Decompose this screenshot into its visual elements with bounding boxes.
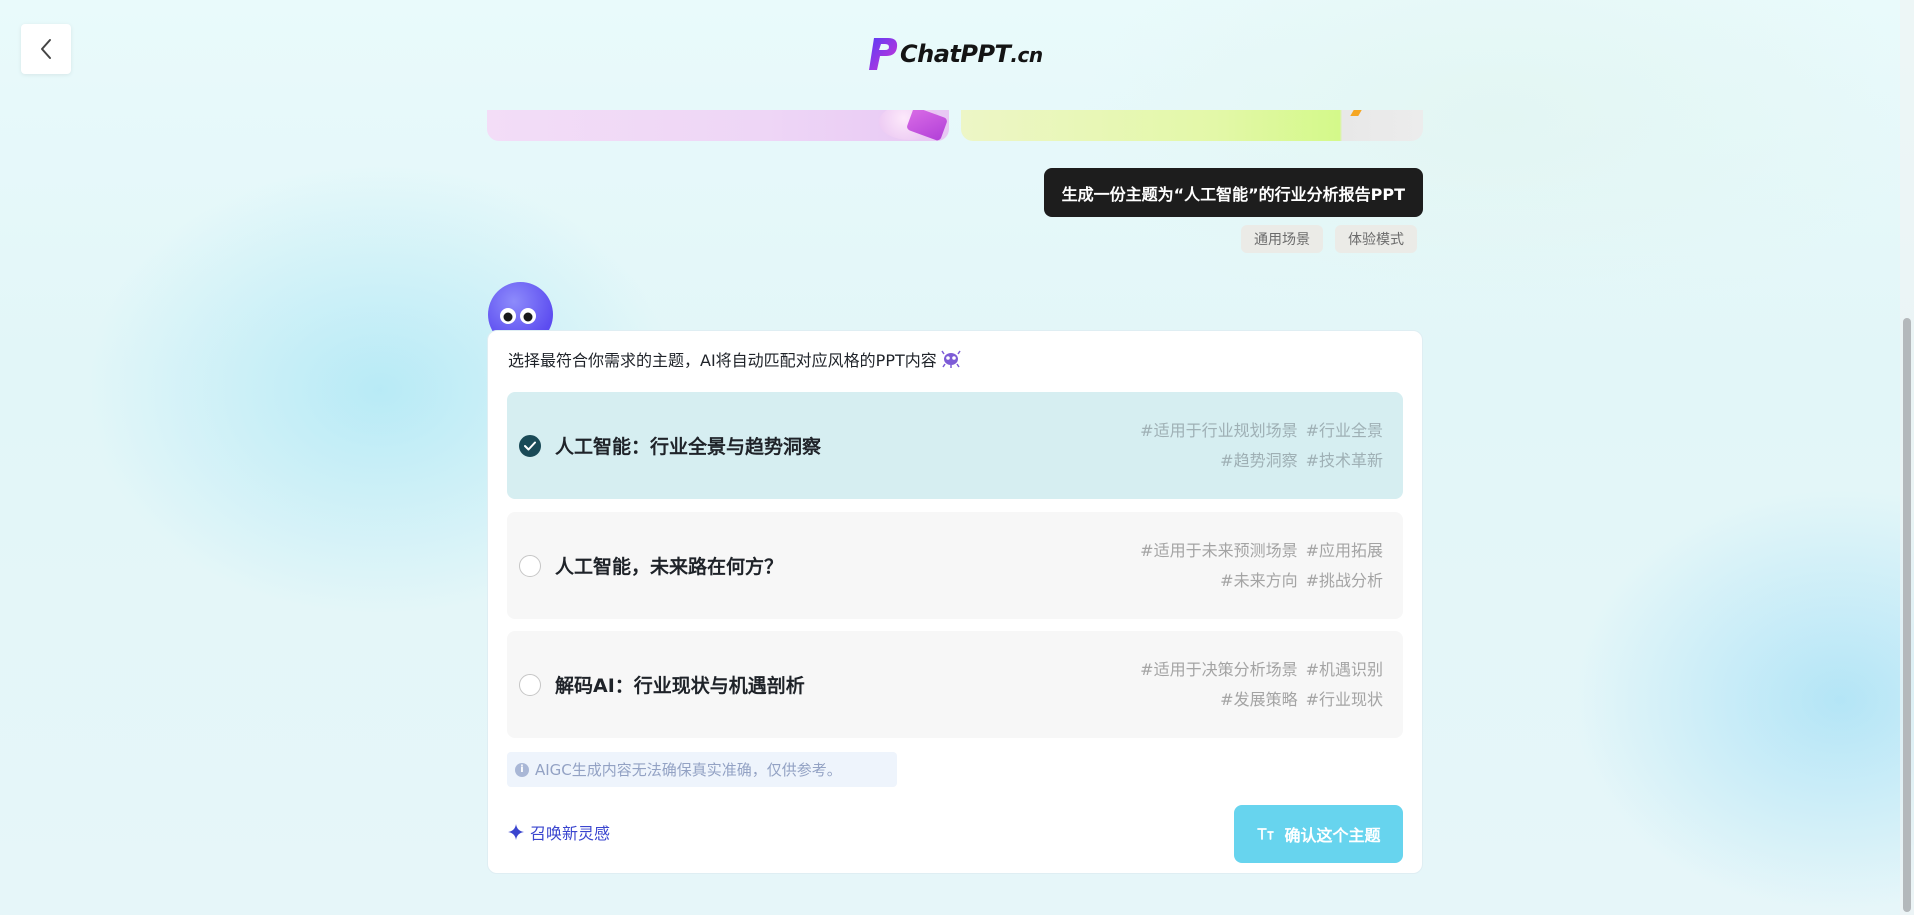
option-tag: #行业全景 [1305,421,1383,440]
tag-mode: 体验模式 [1335,225,1417,253]
option-tag: #发展策略 [1220,690,1298,709]
option-title: 解码AI：行业现状与机遇剖析 [555,675,805,697]
new-inspiration-button[interactable]: 召唤新灵感 [508,820,610,844]
option-tag: #挑战分析 [1305,571,1383,590]
template-thumbnail-left[interactable] [487,110,949,141]
option-tag: #趋势洞察 [1220,451,1298,470]
logo-text: ChatPPT.cn [900,40,1043,68]
disclaimer-text: AIGC生成内容无法确保真实准确，仅供参考。 [535,761,842,779]
theme-option-2[interactable]: 人工智能，未来路在何方？ #适用于未来预测场景 #应用拓展 #未来方向 #挑战分析 [507,512,1403,619]
confirm-theme-button[interactable]: 确认这个主题 [1234,805,1403,863]
option-tags: #适用于行业规划场景 #行业全景 #趋势洞察 #技术革新 [1053,416,1383,476]
option-tag: #技术革新 [1305,451,1383,470]
confirm-label: 确认这个主题 [1284,826,1381,845]
radio-unchecked-icon[interactable] [519,555,541,577]
template-thumbnail-right[interactable] [961,110,1423,141]
card-intro: 选择最符合你需求的主题，AI将自动匹配对应风格的PPT内容 [508,347,961,371]
back-button[interactable] [21,24,71,74]
sparkle-icon [508,824,524,840]
chatppt-logo: ChatPPT.cn [866,34,1043,74]
logo-mark-icon [869,38,898,70]
option-tag: #行业现状 [1305,690,1383,709]
theme-selection-card: 选择最符合你需求的主题，AI将自动匹配对应风格的PPT内容 人工智能：行业全景与… [487,330,1423,874]
option-tag: #适用于决策分析场景 [1140,660,1298,679]
option-title: 人工智能，未来路在何方？ [555,556,784,578]
intro-text: 选择最符合你需求的主题，AI将自动匹配对应风格的PPT内容 [508,351,937,370]
theme-option-3[interactable]: 解码AI：行业现状与机遇剖析 #适用于决策分析场景 #机遇识别 #发展策略 #行业现… [507,631,1403,738]
option-tags: #适用于决策分析场景 #机遇识别 #发展策略 #行业现状 [1053,655,1383,715]
option-tag: #机遇识别 [1305,660,1383,679]
alien-emoji-icon [941,350,961,368]
theme-option-1[interactable]: 人工智能：行业全景与趋势洞察 #适用于行业规划场景 #行业全景 #趋势洞察 #技术革… [507,392,1403,499]
option-tag: #未来方向 [1220,571,1298,590]
option-tag: #适用于未来预测场景 [1140,541,1298,560]
option-tag: #应用拓展 [1305,541,1383,560]
aigc-disclaimer: i AIGC生成内容无法确保真实准确，仅供参考。 [507,752,897,787]
radio-unchecked-icon[interactable] [519,674,541,696]
chevron-left-icon [41,39,51,59]
radio-checked-icon[interactable] [519,435,541,457]
tag-scene: 通用场景 [1241,225,1323,253]
user-message-bubble: 生成一份主题为“人工智能”的行业分析报告PPT [1043,168,1423,217]
scrollbar-thumb[interactable] [1903,318,1911,912]
option-title: 人工智能：行业全景与趋势洞察 [555,436,822,458]
scrollbar[interactable] [1900,0,1914,915]
option-tags: #适用于未来预测场景 #应用拓展 #未来方向 #挑战分析 [1053,536,1383,596]
inspire-label: 召唤新灵感 [530,824,611,843]
info-icon: i [515,762,529,777]
option-tag: #适用于行业规划场景 [1140,421,1298,440]
message-tags: 通用场景 体验模式 [1241,225,1417,253]
text-format-icon [1257,828,1275,840]
thumbnail-decoration [1350,110,1362,116]
